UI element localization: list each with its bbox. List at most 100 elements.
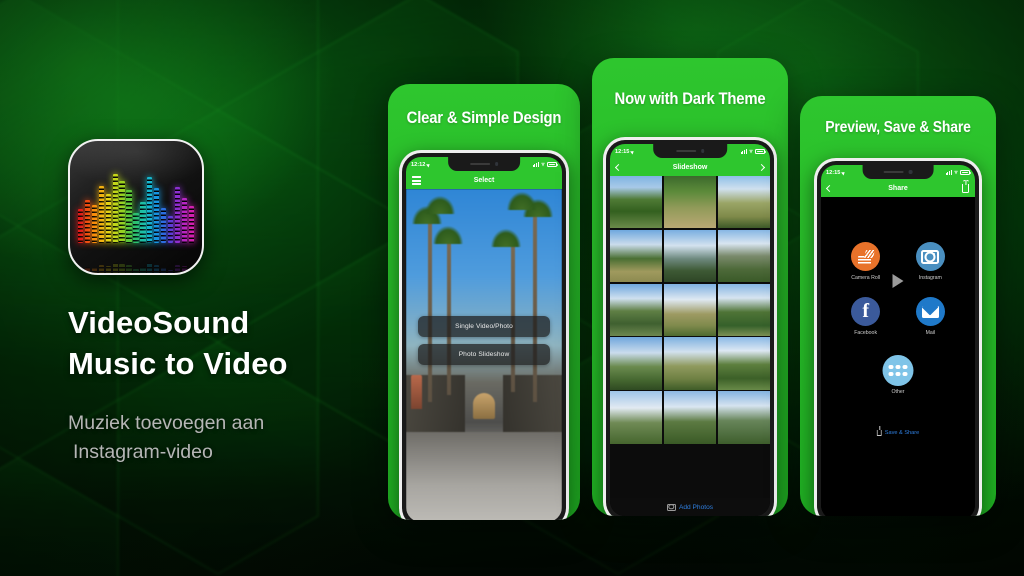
chevron-left-icon[interactable] <box>825 184 834 193</box>
phone-mockup-3: 12:15 ▿ Share Camera Roll Instagram f Fa… <box>814 158 982 516</box>
share-option-camera-roll[interactable]: Camera Roll <box>851 242 881 281</box>
location-arrow-icon <box>841 170 847 175</box>
speaker-grille-icon <box>883 170 904 174</box>
panel-1-heading: Clear & Simple Design <box>406 109 562 127</box>
mode-button-stack: Single Video/Photo Photo Slideshow <box>418 315 550 365</box>
panel-3-heading: Preview, Save & Share <box>825 119 971 136</box>
screen-body-3: Camera Roll Instagram f Facebook Mail Ot… <box>821 197 975 516</box>
battery-icon <box>547 162 558 167</box>
photo-thumbnail[interactable] <box>610 391 663 444</box>
screen-body-1: Single Video/Photo Photo Slideshow <box>406 189 562 520</box>
phone-notch <box>448 157 520 171</box>
battery-icon <box>755 149 766 154</box>
palm-frond <box>424 195 455 214</box>
nav-title-select: Select <box>473 177 495 184</box>
status-time: 12:15 <box>615 148 630 155</box>
share-label: Mail <box>925 330 936 337</box>
instagram-icon <box>915 242 945 272</box>
front-camera-icon <box>700 149 705 153</box>
save-and-share-button[interactable]: Save & Share <box>876 429 920 437</box>
photo-thumbnail[interactable] <box>663 283 717 336</box>
photo-thumbnail[interactable] <box>717 391 770 444</box>
location-arrow-icon <box>630 149 636 154</box>
screen-body-2: Add Photos <box>610 176 770 516</box>
subtitle-line-1: Muziek toevoegen aan <box>68 412 265 435</box>
brand-block: VideoSound Music to Video Muziek toevoeg… <box>68 139 368 467</box>
panel-clear-simple-design: Clear & Simple Design 12:12 ▿ Select Sin… <box>388 84 580 520</box>
photo-thumbnail[interactable] <box>663 229 717 283</box>
chevron-left-icon[interactable] <box>614 163 623 172</box>
road <box>406 432 562 520</box>
nav-bar-1: Select <box>406 172 562 189</box>
panel-preview-save-share: Preview, Save & Share 12:15 ▿ Share Came… <box>800 96 996 516</box>
photo-thumbnail[interactable] <box>610 337 663 390</box>
nav-bar-2: Slideshow <box>610 159 770 176</box>
photo-thumbnail[interactable] <box>717 229 770 283</box>
palm-frond <box>491 228 522 247</box>
photo-thumbnail[interactable] <box>717 176 770 229</box>
facebook-icon: f <box>851 297 881 327</box>
signal-bars-icon <box>740 149 747 154</box>
speaker-grille-icon <box>675 149 696 153</box>
title-line-1: VideoSound <box>68 305 250 340</box>
photo-thumbnail[interactable] <box>610 283 663 336</box>
photo-thumbnail[interactable] <box>663 176 717 229</box>
screenshot-panels: Clear & Simple Design 12:12 ▿ Select Sin… <box>380 0 1024 576</box>
palm-frond <box>432 225 463 244</box>
chevron-right-icon[interactable] <box>757 163 766 172</box>
hamburger-menu-icon[interactable] <box>412 176 421 185</box>
wifi-icon: ▿ <box>749 148 753 155</box>
camera-icon <box>666 503 676 511</box>
palm-frond <box>507 192 538 211</box>
nav-bar-3: Share <box>821 180 975 197</box>
nav-title-slideshow: Slideshow <box>672 164 708 171</box>
phone-mockup-2: 12:15 ▿ Slideshow Add Photos <box>603 137 777 516</box>
photo-thumbnail[interactable] <box>717 337 770 390</box>
more-dots-icon <box>882 355 914 387</box>
single-video-photo-button[interactable]: Single Video/Photo <box>418 315 550 337</box>
front-camera-icon <box>908 170 913 174</box>
other-label: Other <box>891 389 905 396</box>
nav-title-share: Share <box>888 185 908 192</box>
share-options-grid: Camera Roll Instagram f Facebook Mail <box>833 242 962 336</box>
wifi-icon: ▿ <box>954 169 958 176</box>
photo-thumbnail[interactable] <box>663 337 717 390</box>
phone-mockup-1: 12:12 ▿ Select Single Video/Photo Photo … <box>399 150 569 520</box>
share-upload-icon[interactable] <box>962 184 969 193</box>
photo-slideshow-button[interactable]: Photo Slideshow <box>418 343 550 365</box>
title-line-2: Music to Video <box>68 346 288 382</box>
save-share-label: Save & Share <box>884 429 920 436</box>
signal-bars-icon <box>532 162 539 167</box>
tower-left <box>410 374 422 409</box>
share-screen: Camera Roll Instagram f Facebook Mail Ot… <box>821 197 975 516</box>
speaker-grille-icon <box>469 162 490 166</box>
status-time: 12:12 <box>411 161 426 168</box>
status-time: 12:15 <box>826 169 841 176</box>
mail-envelope-icon <box>915 297 945 327</box>
share-option-other[interactable]: Other <box>882 355 914 396</box>
share-option-mail[interactable]: Mail <box>915 297 945 337</box>
subtitle-line-2: Instagram-video <box>73 441 213 464</box>
share-option-facebook[interactable]: f Facebook <box>851 297 881 337</box>
share-label: Facebook <box>854 330 878 337</box>
location-arrow-icon <box>426 162 432 167</box>
signal-bars-icon <box>945 170 952 175</box>
upload-icon <box>876 429 882 437</box>
page-title: VideoSound Music to Video <box>68 302 368 384</box>
add-photos-bar[interactable]: Add Photos <box>610 498 770 516</box>
wifi-icon: ▿ <box>541 161 545 168</box>
phone-notch <box>862 165 934 179</box>
share-option-instagram[interactable]: Instagram <box>915 242 945 281</box>
page-subtitle: Muziek toevoegen aan Instagram-video <box>68 409 368 467</box>
palm-trunk <box>427 215 432 403</box>
phone-notch <box>653 144 727 158</box>
palm-trunk <box>533 208 538 403</box>
equalizer-app-icon <box>68 139 204 275</box>
photo-thumbnail[interactable] <box>717 283 770 336</box>
panel-dark-theme: Now with Dark Theme 12:15 ▿ Slideshow Ad… <box>592 58 788 516</box>
photo-thumbnail[interactable] <box>610 229 663 283</box>
photo-thumbnail[interactable] <box>610 176 663 229</box>
photo-thumbnail[interactable] <box>663 391 717 444</box>
battery-icon <box>960 170 971 175</box>
equalizer-bars <box>78 165 194 243</box>
